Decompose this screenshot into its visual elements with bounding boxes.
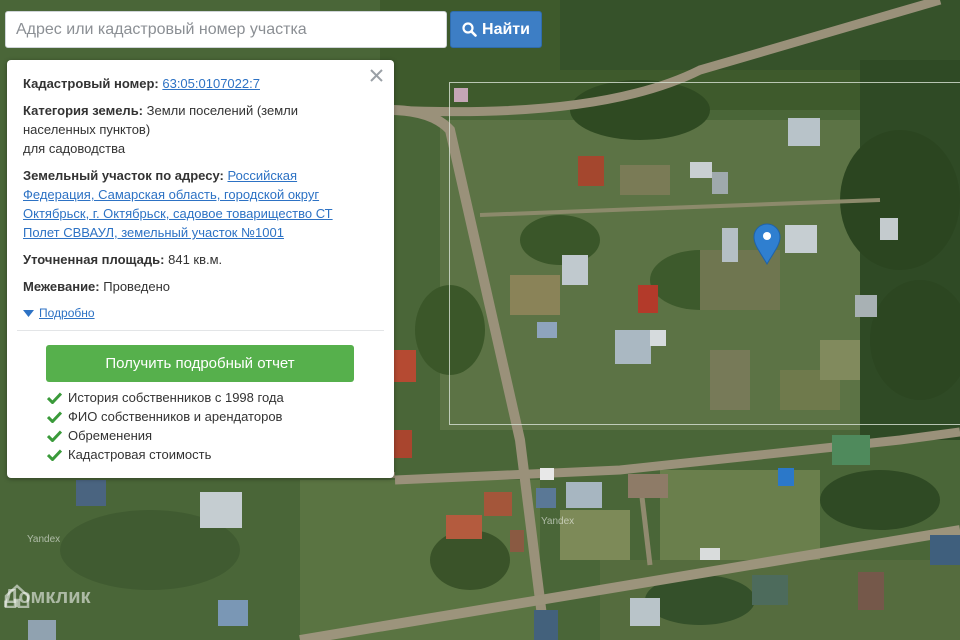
details-toggle[interactable]: Подробно [23, 304, 378, 323]
area-value: 841 кв.м. [168, 252, 223, 267]
address-row: Земельный участок по адресу: Российская … [23, 166, 378, 242]
survey-value: Проведено [103, 279, 170, 294]
feature-text: ФИО собственников и арендаторов [68, 409, 283, 424]
address-link[interactable]: Октябрьск, г. Октябрьск, садовое товарищ… [23, 206, 333, 221]
survey-row: Межевание: Проведено [23, 277, 378, 296]
address-link[interactable]: Полет СВВАУЛ, земельный участок №1001 [23, 225, 284, 240]
feature-item: Обременения [47, 426, 378, 445]
feature-item: ФИО собственников и арендаторов [47, 407, 378, 426]
close-icon[interactable] [367, 66, 385, 84]
search-icon [462, 22, 477, 37]
search-button[interactable]: Найти [450, 11, 542, 48]
area-row: Уточненная площадь: 841 кв.м. [23, 250, 378, 269]
address-link[interactable]: Российская [227, 168, 297, 183]
checkmark-icon [47, 410, 62, 423]
land-category-value: населенных пунктов) [23, 122, 151, 137]
cadastral-number-label: Кадастровый номер: [23, 76, 159, 91]
get-report-button[interactable]: Получить подробный отчет [46, 345, 354, 382]
land-category-row: Категория земель: Земли поселений (земли… [23, 101, 378, 158]
domclick-logo: Домклик [4, 584, 91, 610]
map-provider-mark: Yandex [541, 516, 575, 527]
land-category-label: Категория земель: [23, 103, 144, 118]
checkmark-icon [47, 391, 62, 404]
triangle-down-icon [23, 309, 34, 317]
map-provider-mark: Yandex [27, 534, 61, 545]
checkmark-icon [47, 429, 62, 442]
land-category-value: для садоводства [23, 141, 126, 156]
search-input[interactable] [5, 11, 447, 48]
house-logo-icon [4, 584, 30, 608]
address-label: Земельный участок по адресу: [23, 168, 224, 183]
divider [17, 330, 384, 331]
address-link[interactable]: Федерация, Самарская область, городской … [23, 187, 319, 202]
feature-item: Кадастровая стоимость [47, 445, 378, 464]
checkmark-icon [47, 448, 62, 461]
feature-text: Обременения [68, 428, 153, 443]
feature-text: История собственников с 1998 года [68, 390, 284, 405]
details-label: Подробно [39, 306, 95, 320]
report-features-list: История собственников с 1998 года ФИО со… [47, 388, 378, 464]
search-button-label: Найти [482, 20, 530, 38]
cadastral-number-link[interactable]: 63:05:0107022:7 [162, 76, 260, 91]
cadastral-number-row: Кадастровый номер: 63:05:0107022:7 [23, 74, 378, 93]
land-category-value: Земли поселений (земли [146, 103, 298, 118]
parcel-info-panel: Кадастровый номер: 63:05:0107022:7 Катег… [7, 60, 394, 478]
feature-text: Кадастровая стоимость [68, 447, 212, 462]
survey-label: Межевание: [23, 279, 100, 294]
feature-item: История собственников с 1998 года [47, 388, 378, 407]
area-label: Уточненная площадь: [23, 252, 165, 267]
